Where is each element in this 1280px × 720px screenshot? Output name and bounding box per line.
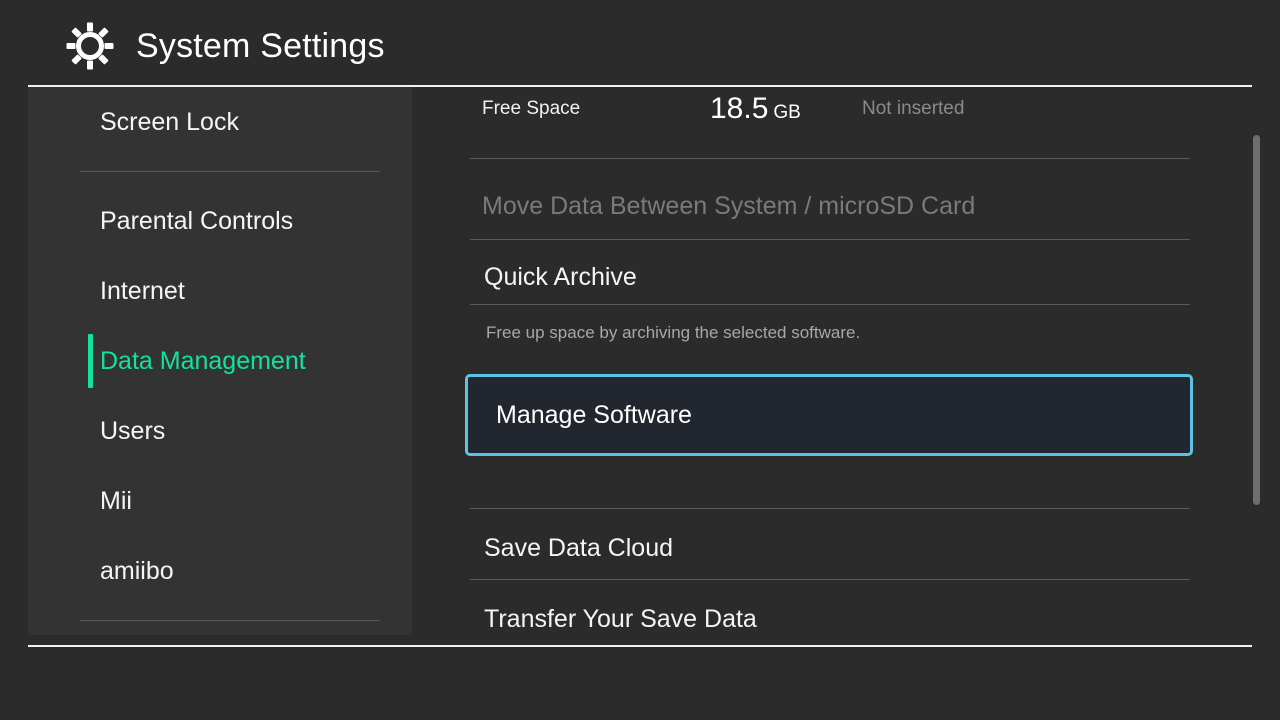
free-space-unit: GB <box>773 102 801 123</box>
row-quick-archive[interactable]: Quick Archive <box>484 263 637 292</box>
sd-card-status: Not inserted <box>862 98 965 119</box>
content-divider <box>470 158 1190 159</box>
content-divider <box>470 508 1190 509</box>
row-quick-archive-description: Free up space by archiving the selected … <box>486 323 861 342</box>
sidebar-item-data-management[interactable]: Data Management <box>28 326 412 396</box>
sidebar-item-label: Parental Controls <box>100 206 294 235</box>
sidebar-item-users[interactable]: Users <box>28 396 412 466</box>
row-manage-software[interactable]: Manage Software <box>465 374 1193 456</box>
free-space-number: 18.5 <box>710 92 769 125</box>
sidebar-item-label: Mii <box>100 486 132 515</box>
row-manage-software-label: Manage Software <box>496 400 692 429</box>
sidebar-item-label: amiibo <box>100 556 174 585</box>
system-settings-screen: System Settings Screen Lock Parental Con… <box>0 0 1280 720</box>
sidebar-item-label: Data Management <box>100 346 306 375</box>
footer-bar: B Back A OK <box>0 647 1280 720</box>
scrollbar-thumb[interactable] <box>1253 135 1260 505</box>
content-divider <box>470 239 1190 240</box>
page-title: System Settings <box>136 27 385 65</box>
gear-icon <box>66 22 114 70</box>
sidebar-item-label: Internet <box>100 276 185 305</box>
row-move-data-between-system-microsd-card: Move Data Between System / microSD Card <box>482 192 976 220</box>
row-save-data-cloud[interactable]: Save Data Cloud <box>484 534 673 563</box>
main-content: Free Space 18.5 GB Not inserted Move Dat… <box>412 87 1252 635</box>
sidebar-item-internet[interactable]: Internet <box>28 256 412 326</box>
sidebar-divider-bottom <box>80 620 380 621</box>
row-transfer-your-save-data[interactable]: Transfer Your Save Data <box>484 605 757 634</box>
sidebar: Screen Lock Parental Controls Internet D… <box>28 87 412 635</box>
content-divider <box>470 304 1190 305</box>
sidebar-selection-indicator <box>88 334 93 388</box>
sidebar-item-mii[interactable]: Mii <box>28 466 412 536</box>
scrollbar-track[interactable] <box>1253 95 1260 625</box>
free-space-label: Free Space <box>482 98 581 119</box>
sidebar-item-label: Users <box>100 416 166 445</box>
free-space-value: 18.5 GB <box>710 92 801 126</box>
header-title-group: System Settings <box>66 22 385 70</box>
sidebar-item-amiibo[interactable]: amiibo <box>28 536 412 606</box>
sidebar-item-label: Screen Lock <box>100 107 239 136</box>
content-divider <box>470 579 1190 580</box>
header-bar: System Settings <box>0 0 1280 87</box>
sidebar-item-parental-controls[interactable]: Parental Controls <box>28 186 412 256</box>
sidebar-item-screen-lock[interactable]: Screen Lock <box>28 87 412 157</box>
